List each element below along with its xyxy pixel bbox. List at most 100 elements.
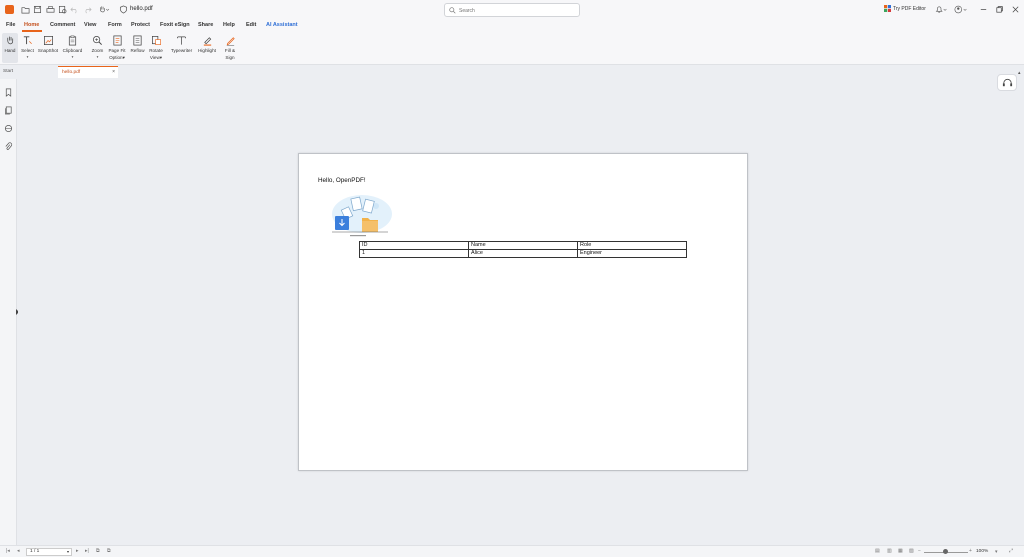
page-number-value: 1 / 1	[30, 549, 40, 554]
layers-icon[interactable]	[4, 124, 13, 133]
menu-edit[interactable]: Edit	[246, 22, 256, 28]
clipboard-dropdown-icon: ▾	[71, 54, 74, 59]
search-input[interactable]	[459, 6, 569, 15]
continuous-facing-view-icon[interactable]: ▧	[909, 548, 914, 554]
attachment-paperclip-icon[interactable]	[4, 142, 13, 151]
page-dropdown-icon[interactable]: ▾	[67, 549, 69, 555]
zoom-dropdown-icon[interactable]: ▾	[995, 549, 998, 555]
hand-label: Hand	[4, 48, 16, 53]
fullscreen-icon[interactable]: ⤢	[1009, 548, 1013, 554]
table-header-cell-id: ID	[359, 241, 469, 250]
menu-share[interactable]: Share	[198, 22, 213, 28]
search-box[interactable]	[444, 3, 580, 17]
first-page-icon[interactable]: |◂	[6, 548, 10, 554]
select-text-icon	[22, 34, 34, 46]
next-view-icon[interactable]: ⧉	[107, 548, 111, 554]
redo-icon[interactable]	[83, 5, 92, 14]
menu-view[interactable]: View	[84, 22, 96, 28]
fill-sign-label: Fill & Sign	[224, 48, 236, 60]
clipboard-button[interactable]: Clipboard ▾	[61, 33, 84, 63]
previous-view-icon[interactable]: ⧉	[96, 548, 100, 554]
account-icon[interactable]	[953, 5, 969, 14]
highlight-button[interactable]: Highlight	[196, 33, 218, 63]
left-navigation-panel	[0, 79, 17, 545]
zoom-level-value[interactable]: 100%	[976, 549, 988, 554]
table-cell-role: Engineer	[577, 249, 687, 258]
zoom-slider-handle[interactable]	[943, 549, 948, 554]
single-page-view-icon[interactable]: ▤	[875, 548, 880, 554]
facing-view-icon[interactable]: ▦	[898, 548, 903, 554]
open-file-icon[interactable]	[21, 5, 30, 14]
tab-close-icon[interactable]: ×	[112, 69, 115, 75]
snapshot-button[interactable]: SnapShot	[37, 33, 59, 63]
continuous-view-icon[interactable]: ▥	[887, 548, 892, 554]
menu-comment[interactable]: Comment	[50, 22, 75, 28]
hand-button[interactable]: Hand	[2, 33, 18, 63]
properties-icon[interactable]	[58, 5, 67, 14]
zoom-out-icon[interactable]: −	[918, 548, 921, 554]
page-fit-icon	[111, 34, 123, 46]
rotate-view-label: Rotate View▾	[149, 48, 163, 60]
menu-foxit-esign[interactable]: Foxit eSign	[160, 22, 190, 28]
menu-file[interactable]: File	[6, 22, 15, 28]
try-pdf-editor-button[interactable]: Try PDF Editor	[884, 5, 926, 12]
pages-thumbnail-icon[interactable]	[4, 106, 13, 115]
minimize-icon[interactable]	[979, 5, 988, 14]
last-page-icon[interactable]: ▸|	[85, 548, 89, 554]
pdf-data-table: ID Name Role 1 Alice Engineer	[359, 241, 687, 258]
assistant-headset-icon	[1002, 78, 1012, 86]
table-header-cell-name: Name	[468, 241, 578, 250]
snapshot-label: SnapShot	[37, 48, 59, 53]
next-page-icon[interactable]: ▸	[76, 548, 79, 554]
select-button[interactable]: Select ▾	[20, 33, 35, 63]
zoom-in-icon[interactable]: +	[969, 548, 972, 554]
tab-start[interactable]: Start	[3, 69, 13, 74]
ribbon-toolbar: Hand Select ▾ SnapShot Clipboard ▾ Zoom …	[0, 32, 1024, 65]
scroll-up-arrow-icon[interactable]: ▴	[1018, 70, 1021, 76]
highlight-icon	[201, 34, 213, 46]
ai-assistant-float-button[interactable]	[997, 74, 1017, 91]
menu-home[interactable]: Home	[24, 22, 39, 28]
table-row: 1 Alice Engineer	[359, 249, 687, 258]
menu-bar: File Home Comment View Form Protect Foxi…	[0, 20, 1024, 32]
zoom-button[interactable]: Zoom ▾	[90, 33, 105, 63]
pdf-heading-text: Hello, OpenPDF!	[318, 177, 366, 184]
menu-help[interactable]: Help	[223, 22, 235, 28]
page-number-field[interactable]: 1 / 1 ▾	[26, 548, 72, 556]
page-fit-option-button[interactable]: Page Fit Option▾	[107, 33, 127, 63]
hand-tool-dropdown-icon[interactable]	[98, 5, 110, 14]
table-header-cell-role: Role	[577, 241, 687, 250]
rotate-view-button[interactable]: Rotate View▾	[147, 33, 165, 63]
menu-form[interactable]: Form	[108, 22, 122, 28]
previous-page-icon[interactable]: ◂	[17, 548, 20, 554]
print-icon[interactable]	[46, 5, 55, 14]
document-tab-bar: Start hello.pdf ×	[0, 66, 1024, 78]
notification-bell-icon[interactable]	[934, 5, 948, 14]
select-dropdown-icon: ▾	[26, 54, 29, 59]
table-header-row: ID Name Role	[359, 241, 687, 250]
save-icon[interactable]	[33, 5, 42, 14]
highlight-label: Highlight	[198, 48, 216, 53]
fill-sign-button[interactable]: Fill & Sign	[221, 33, 239, 63]
tab-hello-pdf-label: hello.pdf	[62, 70, 81, 75]
table-cell-name: Alice	[468, 249, 578, 258]
security-shield-icon	[119, 5, 128, 14]
document-illustration-image	[332, 195, 392, 237]
tab-hello-pdf[interactable]: hello.pdf ×	[58, 66, 118, 78]
menu-protect[interactable]: Protect	[131, 22, 150, 28]
search-icon	[449, 7, 456, 14]
clipboard-icon	[67, 34, 79, 46]
status-bar: |◂ ◂ 1 / 1 ▾ ▸ ▸| ⧉ ⧉ ▤ ▥ ▦ ▧ − + 100% ▾…	[0, 545, 1024, 557]
restore-icon[interactable]	[995, 5, 1004, 14]
typewriter-button[interactable]: Typewriter	[170, 33, 193, 63]
undo-icon[interactable]	[70, 5, 79, 14]
rotate-view-icon	[150, 34, 162, 46]
page-fit-label: Page Fit Option▾	[108, 48, 126, 60]
reflow-icon	[132, 34, 144, 46]
menu-ai-assistant[interactable]: AI Assistant	[266, 22, 298, 28]
bookmark-icon[interactable]	[4, 88, 13, 97]
reflow-label: Reflow	[130, 48, 145, 53]
close-icon[interactable]	[1011, 5, 1020, 14]
snapshot-icon	[42, 34, 54, 46]
reflow-button[interactable]: Reflow	[129, 33, 146, 63]
